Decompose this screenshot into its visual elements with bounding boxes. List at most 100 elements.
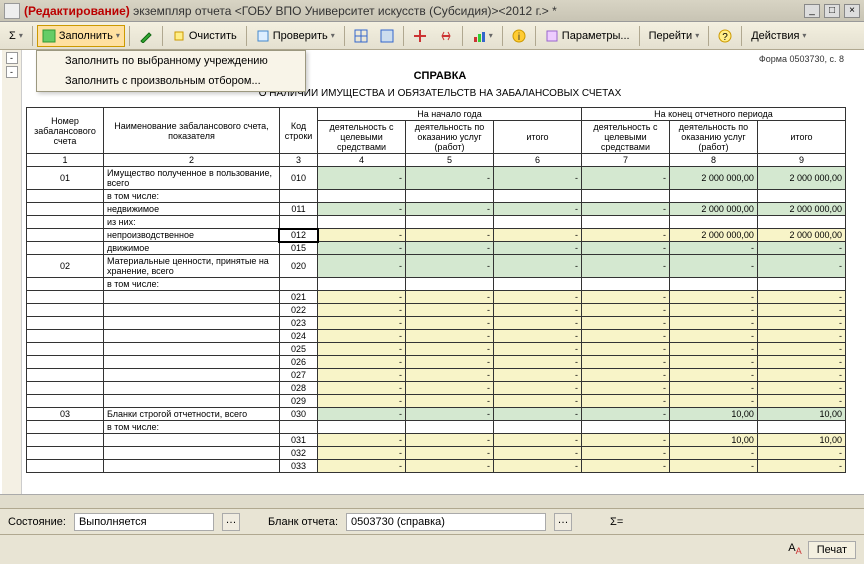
cell[interactable]: 024 (279, 330, 317, 343)
cell[interactable] (581, 421, 669, 434)
cell[interactable] (581, 216, 669, 229)
cell[interactable]: в том числе: (103, 421, 279, 434)
fill-by-institution[interactable]: Заполнить по выбранному учреждению (37, 51, 305, 71)
cell[interactable]: - (493, 434, 581, 447)
cell[interactable]: - (581, 229, 669, 242)
cell[interactable] (27, 421, 104, 434)
cell[interactable]: - (318, 356, 406, 369)
cell[interactable]: - (318, 343, 406, 356)
cell[interactable] (27, 382, 104, 395)
cell[interactable] (493, 278, 581, 291)
table-row[interactable]: 025------ (27, 343, 846, 356)
table-row[interactable]: 026------ (27, 356, 846, 369)
cell[interactable] (27, 203, 104, 216)
cell[interactable]: - (318, 434, 406, 447)
cell[interactable]: - (669, 317, 757, 330)
cell[interactable]: - (581, 356, 669, 369)
maximize-button[interactable]: □ (824, 4, 840, 18)
cell[interactable]: - (493, 343, 581, 356)
cell[interactable]: - (493, 255, 581, 278)
cell[interactable]: - (406, 317, 494, 330)
cell[interactable]: - (493, 408, 581, 421)
cell[interactable]: - (581, 167, 669, 190)
cell[interactable]: - (493, 395, 581, 408)
cell[interactable]: - (757, 382, 845, 395)
cell[interactable]: - (318, 229, 406, 242)
cell[interactable]: - (757, 356, 845, 369)
cell[interactable]: - (406, 382, 494, 395)
table-row[interactable]: из них: (27, 216, 846, 229)
cell[interactable]: - (581, 460, 669, 473)
cell[interactable]: 026 (279, 356, 317, 369)
cell[interactable]: 01 (27, 167, 104, 190)
cell[interactable] (103, 343, 279, 356)
cell[interactable]: - (757, 330, 845, 343)
table-row[interactable]: 024------ (27, 330, 846, 343)
cell[interactable] (757, 278, 845, 291)
cell[interactable]: - (757, 242, 845, 255)
cell[interactable]: - (669, 304, 757, 317)
cell[interactable] (27, 447, 104, 460)
cell[interactable]: - (406, 434, 494, 447)
cell[interactable]: движимое (103, 242, 279, 255)
cell[interactable]: 10,00 (669, 434, 757, 447)
cell[interactable] (27, 291, 104, 304)
cell[interactable]: - (581, 382, 669, 395)
cell[interactable]: - (406, 356, 494, 369)
cell[interactable] (27, 304, 104, 317)
table-row[interactable]: движимое015------ (27, 242, 846, 255)
table-row[interactable]: 027------ (27, 369, 846, 382)
cell[interactable]: 030 (279, 408, 317, 421)
cell[interactable]: - (581, 203, 669, 216)
cell[interactable]: - (318, 369, 406, 382)
cell[interactable]: - (406, 229, 494, 242)
cell[interactable]: Имущество полученное в пользование, всег… (103, 167, 279, 190)
cell[interactable]: 032 (279, 447, 317, 460)
info-icon-button[interactable]: i (507, 25, 531, 47)
cell[interactable]: - (493, 203, 581, 216)
actions-button[interactable]: Действия▾ (746, 25, 811, 47)
cell[interactable] (669, 278, 757, 291)
cell[interactable]: - (318, 242, 406, 255)
cell[interactable]: 027 (279, 369, 317, 382)
cell[interactable] (27, 229, 104, 242)
cell[interactable]: - (581, 330, 669, 343)
blank-field[interactable] (346, 513, 546, 531)
report-table[interactable]: Номер забалансового счета Наименование з… (26, 107, 846, 473)
cell[interactable]: - (493, 447, 581, 460)
cell[interactable]: - (318, 408, 406, 421)
cell[interactable] (406, 190, 494, 203)
cell[interactable]: 021 (279, 291, 317, 304)
cell[interactable] (103, 382, 279, 395)
cell[interactable]: - (757, 460, 845, 473)
table-icon-button[interactable] (375, 25, 399, 47)
cell[interactable] (103, 447, 279, 460)
cell[interactable]: - (406, 255, 494, 278)
cell[interactable] (27, 434, 104, 447)
cell[interactable] (318, 190, 406, 203)
cell[interactable]: - (669, 291, 757, 304)
cell[interactable]: 020 (279, 255, 317, 278)
cell[interactable]: - (757, 343, 845, 356)
cell[interactable]: - (581, 408, 669, 421)
cell[interactable]: 010 (279, 167, 317, 190)
cell[interactable] (318, 421, 406, 434)
cell[interactable]: - (318, 203, 406, 216)
cell[interactable]: 2 000 000,00 (757, 167, 845, 190)
cell[interactable] (27, 278, 104, 291)
cell[interactable]: 015 (279, 242, 317, 255)
table-row[interactable]: в том числе: (27, 421, 846, 434)
edit-button[interactable] (134, 25, 158, 47)
cell[interactable] (279, 421, 317, 434)
cell[interactable] (103, 395, 279, 408)
cell[interactable]: - (406, 203, 494, 216)
table-row[interactable]: 032------ (27, 447, 846, 460)
cell[interactable]: - (493, 304, 581, 317)
cell[interactable]: - (318, 317, 406, 330)
cell[interactable]: 2 000 000,00 (669, 203, 757, 216)
close-button[interactable]: × (844, 4, 860, 18)
cell[interactable] (279, 190, 317, 203)
cell[interactable]: - (493, 460, 581, 473)
cell[interactable]: 10,00 (669, 408, 757, 421)
cell[interactable]: 10,00 (757, 408, 845, 421)
